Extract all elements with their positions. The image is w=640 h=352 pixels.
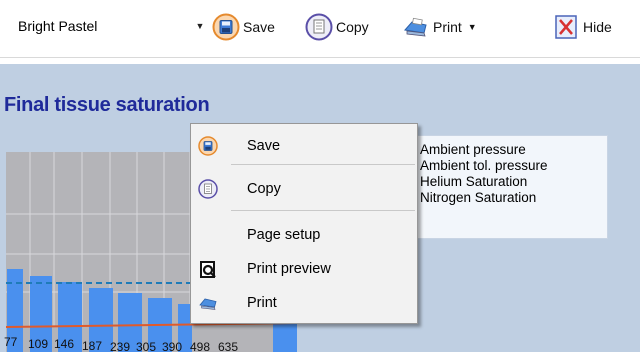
- print-preview-icon: [200, 261, 216, 278]
- copy-button-label: Copy: [336, 19, 369, 35]
- x-tick-label: 498: [190, 340, 210, 352]
- hide-button-label: Hide: [583, 19, 612, 35]
- menu-item-label: Copy: [247, 181, 281, 197]
- copy-button[interactable]: Copy: [305, 12, 369, 42]
- print-button[interactable]: Print ▼: [402, 12, 477, 42]
- menu-item-label: Page setup: [247, 227, 321, 243]
- x-tick-label: 239: [110, 340, 130, 352]
- x-tick-label: 187: [82, 339, 102, 352]
- menu-item-print[interactable]: Print: [191, 291, 417, 315]
- menu-item-label: Save: [247, 138, 281, 154]
- chevron-down-icon[interactable]: ▼: [193, 21, 207, 31]
- hide-button[interactable]: Hide: [552, 12, 612, 42]
- menu-item-copy[interactable]: Copy: [191, 177, 417, 201]
- copy-document-icon: [305, 13, 333, 41]
- menu-item-label: Print preview: [247, 261, 331, 277]
- copy-document-icon: [198, 179, 218, 199]
- chart-legend: Ambient pressure Ambient tol. pressure H…: [415, 135, 608, 239]
- palette-select[interactable]: Bright Pastel ▼: [6, 12, 211, 40]
- x-tick-label: 390: [162, 340, 182, 352]
- palette-select-value: Bright Pastel: [18, 18, 98, 34]
- floppy-disk-icon: [212, 13, 240, 41]
- x-tick-label: 109: [28, 337, 48, 351]
- legend-item: Ambient tol. pressure: [420, 158, 548, 173]
- x-tick-label: 635: [218, 340, 238, 352]
- printer-icon: [199, 298, 217, 310]
- chevron-down-icon[interactable]: ▼: [468, 22, 477, 32]
- menu-separator: [231, 210, 415, 211]
- menu-item-save[interactable]: Save: [191, 134, 417, 158]
- save-button[interactable]: Save: [212, 12, 275, 42]
- menu-item-label: Print: [247, 295, 277, 311]
- save-button-label: Save: [243, 19, 275, 35]
- legend-item: Ambient pressure: [420, 142, 526, 157]
- printer-icon: [404, 17, 427, 37]
- menu-item-page-setup[interactable]: Page setup: [191, 223, 417, 247]
- context-menu: Save Copy Page setup Print preview Print: [190, 123, 418, 324]
- legend-item: Nitrogen Saturation: [420, 190, 537, 205]
- hide-x-icon: [555, 15, 577, 39]
- x-tick-label: 305: [136, 340, 156, 352]
- x-tick-label: 146: [54, 337, 74, 351]
- legend-item: Helium Saturation: [420, 174, 528, 189]
- menu-item-print-preview[interactable]: Print preview: [191, 257, 417, 281]
- menu-separator: [231, 164, 415, 165]
- print-button-label: Print: [433, 19, 462, 35]
- floppy-disk-icon: [198, 136, 218, 156]
- toolbar: Bright Pastel ▼ Save Copy Print ▼ Hide: [0, 0, 640, 58]
- x-tick-label: 77: [4, 335, 18, 349]
